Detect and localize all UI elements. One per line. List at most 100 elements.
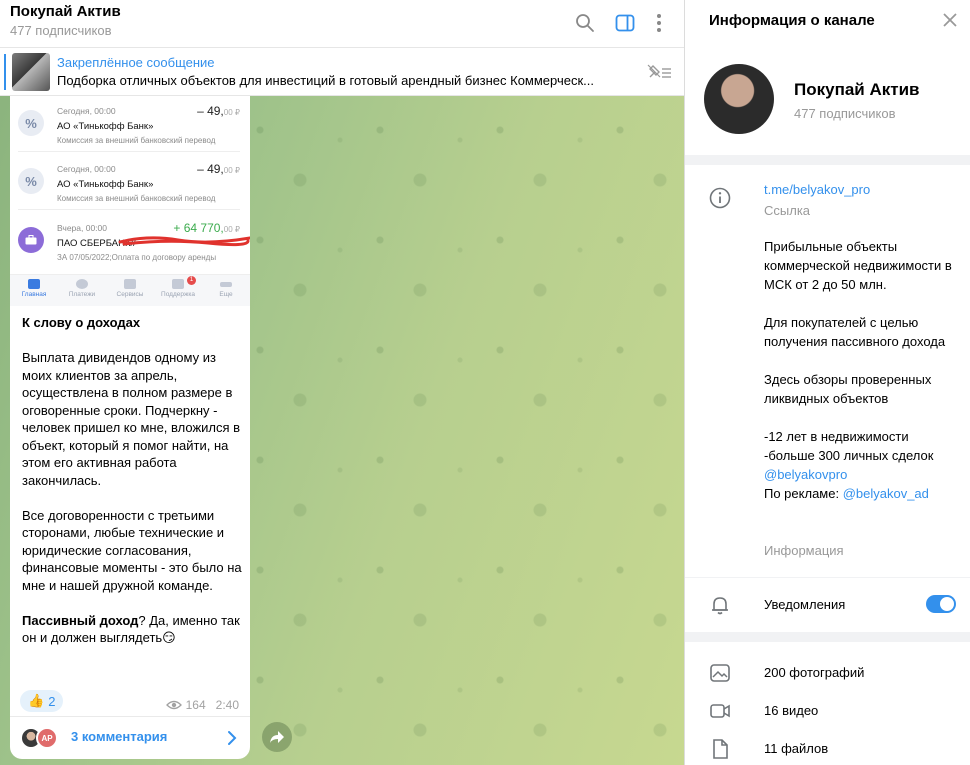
photo-icon [710, 664, 730, 682]
channel-avatar[interactable] [704, 64, 774, 134]
notifications-row[interactable]: Уведомления [685, 578, 970, 632]
thumbs-up-icon: 👍 [28, 693, 45, 708]
bank-tab: 1 Поддержка [154, 275, 202, 306]
services-icon [124, 279, 136, 289]
tx-date: Вчера, 00:00 [57, 223, 107, 233]
tx-amount-main: – 49, [197, 162, 224, 176]
transaction-row: % Сегодня, 00:00 АО «Тинькофф Банк» Коми… [18, 154, 240, 210]
description-paragraph: Здесь обзоры проверенных ликвидных объек… [764, 372, 932, 406]
videos-count: 16 видео [764, 703, 819, 718]
pinned-text: Подборка отличных объектов для инвестици… [57, 73, 594, 88]
bank-tab-label: Главная [21, 291, 47, 298]
support-icon [172, 279, 184, 289]
bank-tab: Платежи [58, 275, 106, 306]
bank-app-tabbar: Главная Платежи Сервисы 1 Поддержка Еще [10, 274, 250, 306]
payments-icon [76, 279, 88, 289]
tx-amount-cents: 00 ₽ [223, 166, 240, 175]
reaction-thumbs-up[interactable]: 👍 2 [20, 690, 64, 712]
media-row-photos[interactable]: 200 фотографий [685, 654, 970, 692]
info-icon [709, 187, 731, 209]
description-caption: Информация [764, 543, 844, 558]
pinned-indicator [4, 54, 6, 90]
bell-icon [712, 597, 728, 615]
ad-mention-link[interactable]: @belyakov_ad [843, 486, 929, 501]
link-caption: Ссылка [764, 203, 811, 218]
bank-tab-label: Платежи [68, 291, 96, 298]
file-icon [713, 739, 728, 759]
support-badge: 1 [187, 276, 196, 285]
post-paragraph-3: Пассивный доход? Да, именно так он и дол… [22, 612, 244, 647]
tx-name: АО «Тинькофф Банк» [57, 179, 154, 190]
post-image-bank-screenshot[interactable]: % Сегодня, 00:00 АО «Тинькофф Банк» Коми… [10, 96, 250, 306]
info-header-section: Информация о канале Покупай Актив 477 по… [685, 0, 970, 155]
tx-amount: – 49,00 ₽ [197, 104, 240, 118]
unpin-list-icon[interactable] [646, 62, 672, 82]
post-time: 2:40 [215, 698, 239, 712]
chat-header[interactable]: Покупай Актив 477 подписчиков [0, 0, 684, 48]
percent-icon: % [18, 110, 44, 136]
tx-note: Комиссия за внешний банковский перевод [57, 136, 216, 145]
description-paragraph: Для покупателей с целью получения пассив… [764, 315, 946, 349]
channel-post[interactable]: % Сегодня, 00:00 АО «Тинькофф Банк» Коми… [10, 96, 250, 759]
notifications-label: Уведомления [764, 597, 846, 612]
pinned-thumbnail [12, 53, 50, 91]
description-line: -больше 300 личных сделок [764, 448, 934, 463]
chat-title[interactable]: Покупай Актив [10, 3, 121, 20]
tx-note: ЗА 07/05/2022;Оплата по договору аренды [57, 253, 217, 262]
chat-subscribers: 477 подписчиков [10, 23, 112, 38]
bank-tab: Главная [10, 275, 58, 306]
commenter-avatar: AP [36, 727, 58, 749]
reaction-count: 2 [48, 693, 56, 709]
more-menu-icon[interactable] [646, 10, 672, 36]
tx-date: Сегодня, 00:00 [57, 164, 116, 174]
channel-name: Покупай Актив [794, 80, 920, 99]
channel-subscribers: 477 подписчиков [794, 106, 896, 121]
tx-date: Сегодня, 00:00 [57, 106, 116, 116]
post-bold-phrase: Пассивный доход [22, 612, 139, 628]
transaction-row: % Сегодня, 00:00 АО «Тинькофф Банк» Коми… [18, 96, 240, 152]
channel-link[interactable]: t.me/belyakov_pro [764, 182, 870, 197]
ad-prefix: По рекламе: [764, 486, 843, 501]
chevron-right-icon [228, 731, 237, 745]
search-icon[interactable] [572, 10, 598, 36]
media-row-files[interactable]: 11 файлов [685, 730, 970, 765]
description-mention-link[interactable]: @belyakovpro [764, 465, 954, 484]
bank-tab: Еще [202, 275, 250, 306]
pinned-message[interactable]: Закреплённое сообщение Подборка отличных… [0, 48, 684, 96]
close-icon[interactable] [940, 10, 960, 30]
redaction-scribble [118, 236, 250, 247]
sidebar-toggle-icon[interactable] [612, 10, 638, 36]
home-icon [28, 279, 40, 289]
post-paragraph-1: Выплата дивидендов одному из моих клиент… [22, 350, 241, 488]
info-title: Информация о канале [709, 12, 875, 29]
channel-info-panel: Информация о канале Покупай Актив 477 по… [684, 0, 970, 765]
comments-button[interactable]: AP 3 комментария [10, 716, 250, 759]
bank-tab-label: Еще [219, 291, 233, 298]
post-text: К слову о доходах Выплата дивидендов одн… [22, 314, 244, 664]
post-paragraph-2: Все договоренности с третьими сторонами,… [22, 507, 242, 593]
comments-label: 3 комментария [71, 729, 168, 744]
description-ad-line: По рекламе: @belyakov_ad [764, 484, 954, 503]
post-meta: 164 2:40 [165, 698, 239, 712]
briefcase-icon [18, 227, 44, 253]
percent-icon: % [18, 168, 44, 194]
info-details-section: t.me/belyakov_pro Ссылка Прибыльные объе… [685, 165, 970, 577]
photos-count: 200 фотографий [764, 665, 865, 680]
description-line: -12 лет в недвижимости [764, 429, 909, 444]
tx-amount-main: – 49, [197, 104, 224, 118]
bank-tab-label: Поддержка [161, 291, 195, 298]
description-paragraph: Прибыльные объекты коммерческой недвижим… [764, 239, 952, 292]
post-heading: К слову о доходах [22, 315, 141, 330]
eye-icon [165, 700, 182, 710]
bank-tab-label: Сервисы [116, 291, 144, 298]
tx-amount-cents: 00 ₽ [223, 108, 240, 117]
view-count: 164 [185, 698, 206, 712]
pinned-title: Закреплённое сообщение [57, 55, 215, 70]
forward-icon[interactable] [262, 722, 292, 752]
bank-tab: Сервисы [106, 275, 154, 306]
notifications-toggle[interactable] [926, 595, 956, 613]
files-count: 11 файлов [764, 741, 829, 756]
tx-name: АО «Тинькофф Банк» [57, 121, 154, 132]
tx-amount: – 49,00 ₽ [197, 162, 240, 176]
media-row-videos[interactable]: 16 видео [685, 692, 970, 730]
